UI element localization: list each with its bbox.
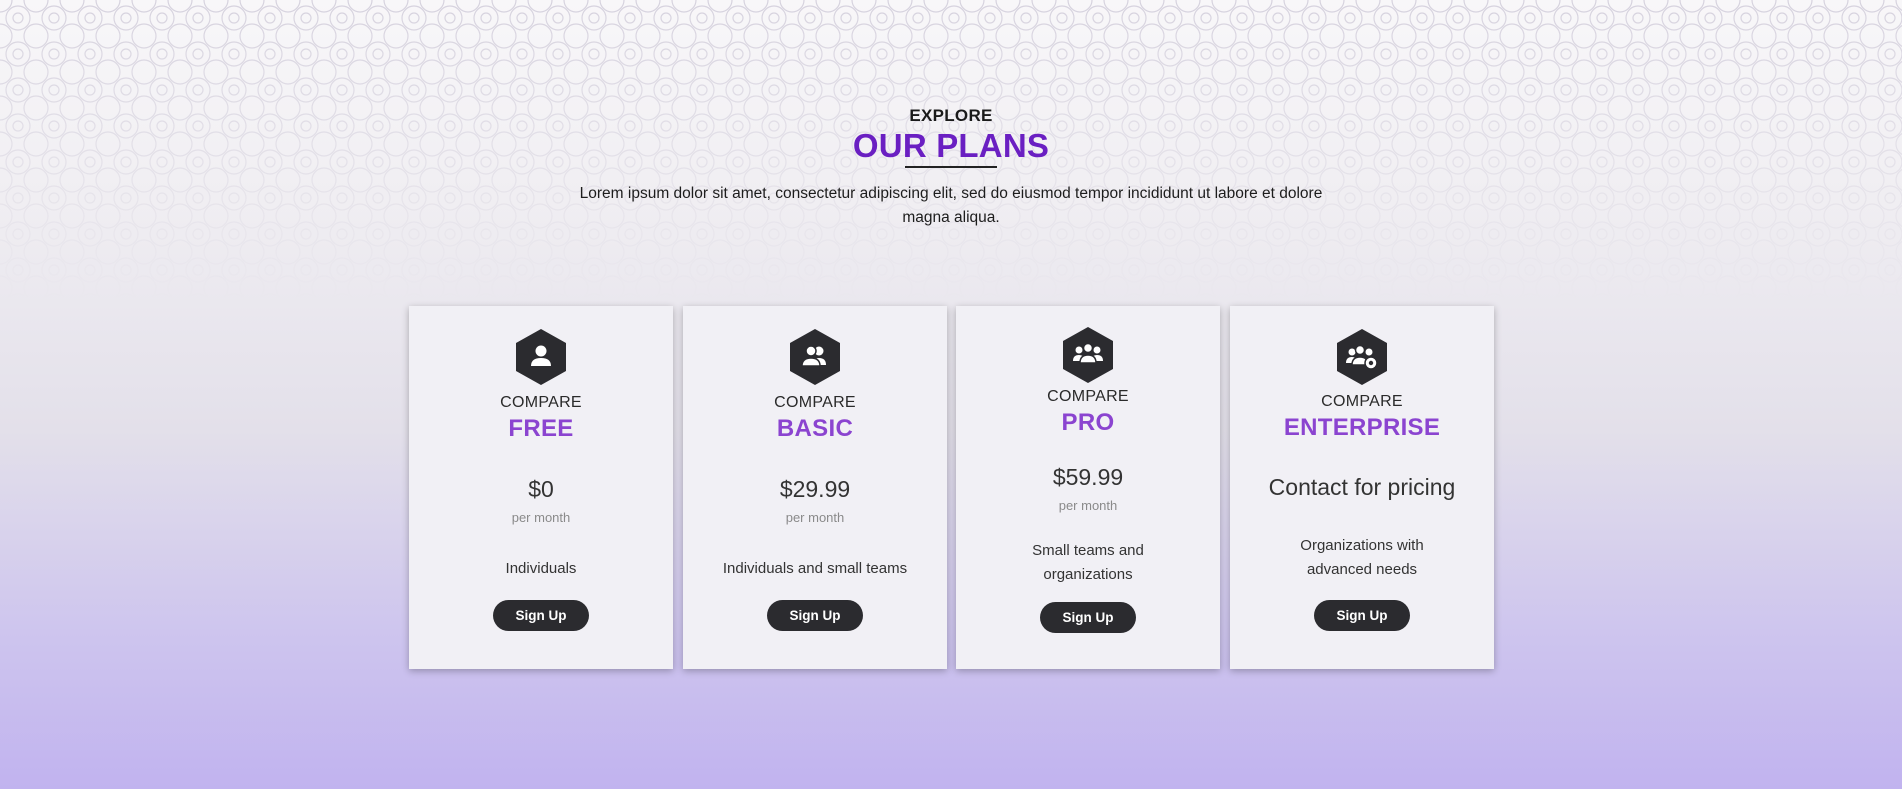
price-period: per month — [1058, 498, 1118, 513]
plan-name: BASIC — [776, 415, 854, 442]
plan-description: Small teams and organizations — [1032, 542, 1144, 583]
plan-description: Individuals and small teams — [722, 560, 908, 577]
sign-up-button[interactable]: Sign Up — [1040, 602, 1136, 633]
team-icon — [1062, 326, 1114, 384]
plan-name: FREE — [508, 415, 574, 442]
plan-price: $29.99 — [779, 476, 851, 502]
plan-price: Contact for pricing — [1268, 474, 1456, 500]
compare-label: COMPARE — [1047, 388, 1129, 405]
sign-up-button[interactable]: Sign Up — [493, 600, 589, 631]
section-eyebrow: EXPLORE — [909, 106, 993, 125]
price-period: per month — [785, 510, 845, 525]
plan-description: Individuals — [505, 560, 577, 577]
price-period: per month — [511, 510, 571, 525]
compare-label: COMPARE — [774, 394, 856, 411]
plan-description: Organizations with advanced needs — [1300, 537, 1424, 578]
sign-up-button[interactable]: Sign Up — [1314, 600, 1410, 631]
plan-name: ENTERPRISE — [1283, 414, 1441, 441]
section-description: Lorem ipsum dolor sit amet, consectetur … — [579, 185, 1323, 226]
title-underline — [905, 166, 997, 168]
single-user-icon — [515, 328, 567, 386]
plan-price: $0 — [528, 476, 554, 502]
pricing-cards: COMPARE FREE $0 per month Individuals Si… — [409, 306, 1495, 669]
plan-name: PRO — [1061, 409, 1115, 436]
plan-card-basic: COMPARE BASIC $29.99 per month Individua… — [683, 306, 947, 669]
compare-label: COMPARE — [1321, 393, 1403, 410]
plan-card-enterprise: COMPARE ENTERPRISE Contact for pricing O… — [1230, 306, 1494, 669]
plans-header: EXPLORE OUR PLANS Lorem ipsum dolor sit … — [0, 106, 1902, 230]
sign-up-button[interactable]: Sign Up — [767, 600, 863, 631]
section-title: OUR PLANS — [852, 127, 1050, 164]
plan-price: $59.99 — [1052, 464, 1124, 490]
plan-card-pro: COMPARE PRO $59.99 per month Small teams… — [956, 306, 1220, 669]
two-users-icon — [789, 328, 841, 386]
team-settings-icon — [1336, 328, 1388, 386]
plan-card-free: COMPARE FREE $0 per month Individuals Si… — [409, 306, 673, 669]
compare-label: COMPARE — [500, 394, 582, 411]
